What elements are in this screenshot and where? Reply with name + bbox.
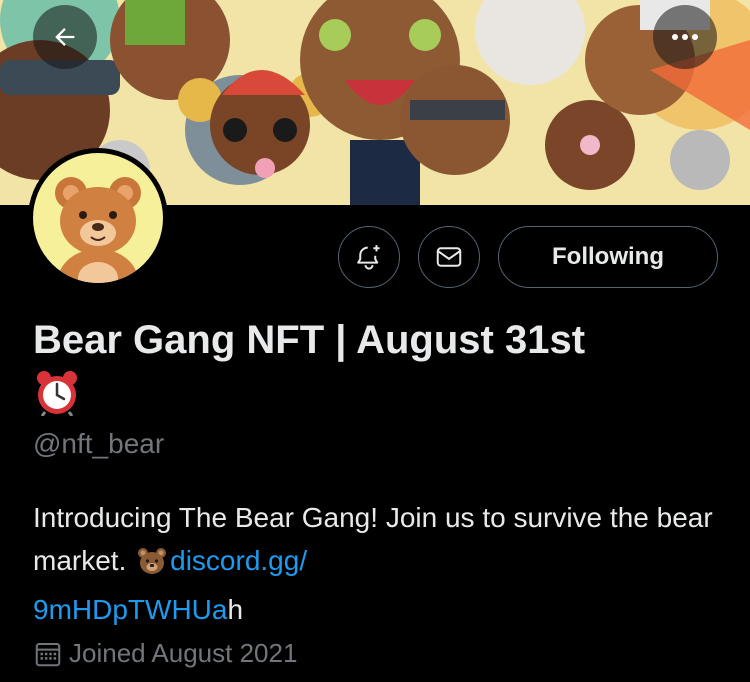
more-options-button[interactable] xyxy=(653,5,717,69)
bio-trailing-text: h xyxy=(227,594,244,625)
following-label: Following xyxy=(552,243,664,270)
profile-avatar[interactable] xyxy=(28,148,168,288)
more-dots-icon xyxy=(672,34,698,40)
profile-bio: Introducing The Bear Gang! Join us to su… xyxy=(33,496,723,631)
calendar-icon xyxy=(35,642,61,666)
profile-handle: @nft_bear xyxy=(33,428,165,459)
discord-link-part2: 9mHDpTWHUa xyxy=(33,594,228,625)
following-button[interactable]: Following xyxy=(498,226,718,288)
join-date: Joined August 2021 xyxy=(33,638,297,669)
notifications-button[interactable] xyxy=(338,226,400,288)
arrow-left-icon xyxy=(55,28,75,46)
bear-emoji xyxy=(136,545,168,588)
back-button[interactable] xyxy=(33,5,97,69)
bear-avatar-image xyxy=(33,153,163,283)
discord-link-part1: discord.gg/ xyxy=(170,545,308,576)
envelope-icon xyxy=(436,247,462,267)
display-name: Bear Gang NFT | August 31st xyxy=(33,318,586,362)
bell-plus-icon xyxy=(357,245,380,270)
message-button[interactable] xyxy=(418,226,480,288)
joined-label: Joined August 2021 xyxy=(69,638,298,668)
bio-text: Introducing The Bear Gang! Join us to su… xyxy=(33,502,713,576)
alarm-clock-emoji xyxy=(33,370,81,421)
